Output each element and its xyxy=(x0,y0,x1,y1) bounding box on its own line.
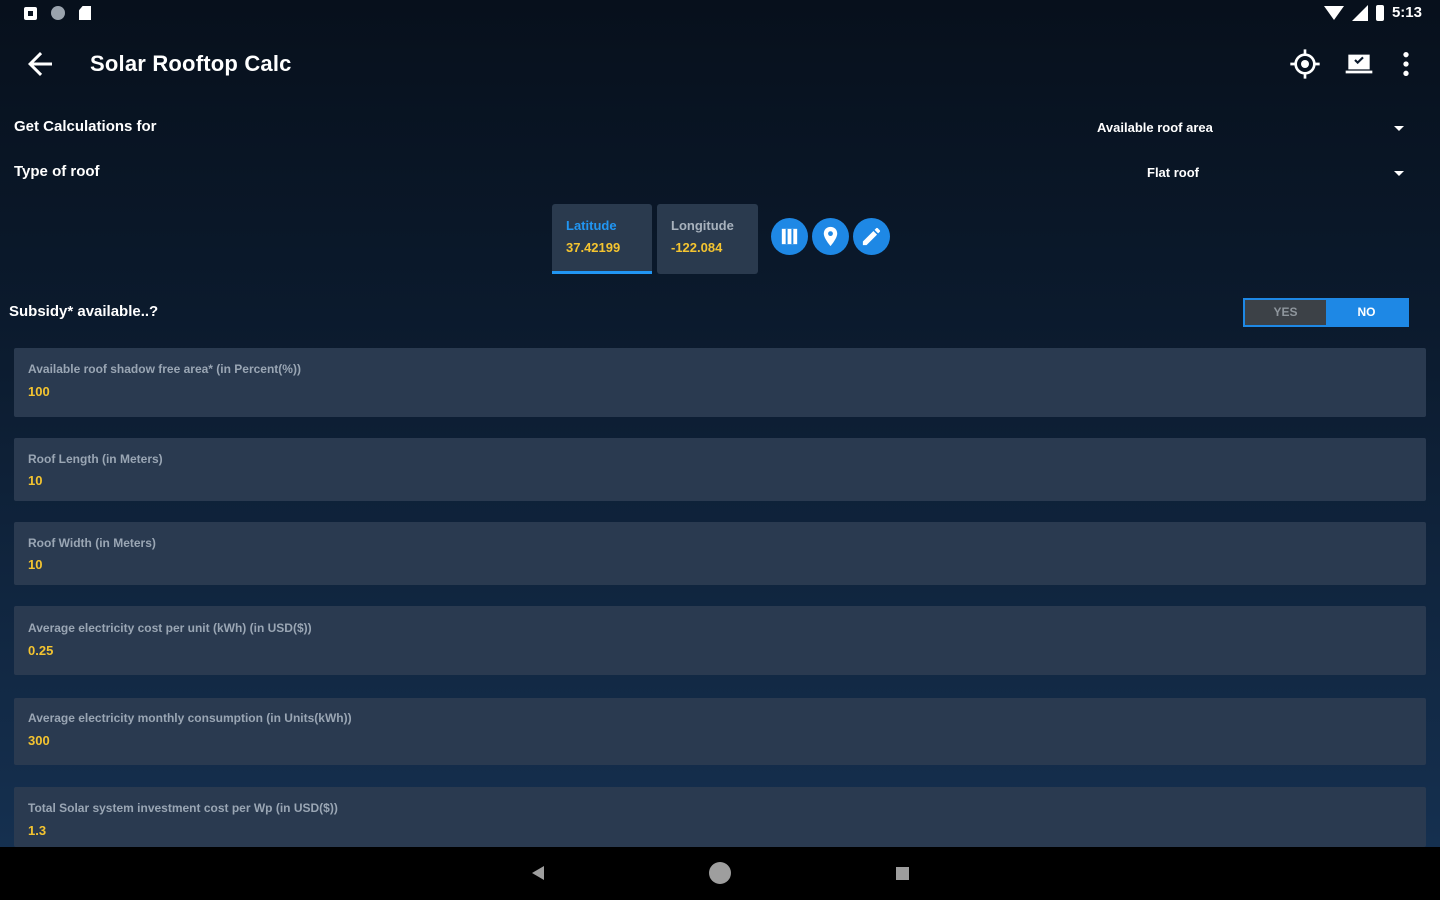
shadow-free-area-input[interactable]: 100 xyxy=(28,384,50,399)
location-pin-button[interactable] xyxy=(812,218,849,255)
battery-icon xyxy=(1375,4,1384,21)
calc-for-row: Get Calculations for Available roof area xyxy=(0,110,1440,146)
page-title: Solar Rooftop Calc xyxy=(90,51,292,76)
roof-type-row: Type of roof Flat roof xyxy=(0,155,1440,191)
cell-signal-icon xyxy=(1351,4,1368,21)
field-label: Available roof shadow free area* (in Per… xyxy=(28,362,301,376)
roof-width-input[interactable]: 10 xyxy=(28,557,42,572)
calc-for-dropdown[interactable]: Available roof area xyxy=(1090,110,1430,146)
nav-recents-icon[interactable] xyxy=(896,867,909,880)
longitude-field[interactable]: Longitude -122.084 xyxy=(657,204,758,274)
subsidy-toggle[interactable]: YES NO xyxy=(1243,298,1409,327)
pencil-icon xyxy=(862,227,881,246)
roof-type-label: Type of roof xyxy=(14,163,100,180)
nav-home-icon[interactable] xyxy=(709,862,731,884)
more-vert-icon[interactable] xyxy=(1390,48,1422,80)
edit-location-button[interactable] xyxy=(853,218,890,255)
laptop-icon[interactable] xyxy=(1343,48,1375,80)
latitude-label: Latitude xyxy=(566,218,617,233)
roof-length-field[interactable]: Roof Length (in Meters) 10 xyxy=(14,438,1426,501)
longitude-input[interactable]: -122.084 xyxy=(671,240,722,255)
longitude-label: Longitude xyxy=(671,218,734,233)
app-bar: Solar Rooftop Calc xyxy=(0,36,1440,92)
status-notifications xyxy=(24,6,91,20)
chevron-down-icon xyxy=(1394,171,1404,176)
chevron-down-icon xyxy=(1394,126,1404,131)
subsidy-no-option[interactable]: NO xyxy=(1326,300,1407,325)
investment-cost-field[interactable]: Total Solar system investment cost per W… xyxy=(14,787,1426,847)
subsidy-label: Subsidy* available..? xyxy=(9,303,159,320)
notification-circle-icon xyxy=(51,6,65,20)
shadow-free-area-field[interactable]: Available roof shadow free area* (in Per… xyxy=(14,348,1426,417)
status-system: 5:13 xyxy=(1323,4,1422,21)
system-nav-bar xyxy=(0,847,1440,900)
latitude-field[interactable]: Latitude 37.42199 xyxy=(552,204,652,274)
electricity-cost-field[interactable]: Average electricity cost per unit (kWh) … xyxy=(14,606,1426,675)
wifi-icon xyxy=(1323,5,1344,20)
monthly-consumption-input[interactable]: 300 xyxy=(28,733,50,748)
gps-locate-icon[interactable] xyxy=(1289,48,1321,80)
field-label: Average electricity monthly consumption … xyxy=(28,711,352,725)
notification-app-icon xyxy=(24,6,37,20)
calc-for-label: Get Calculations for xyxy=(14,118,157,135)
map-icon xyxy=(781,228,798,245)
back-arrow-icon[interactable] xyxy=(22,46,58,82)
status-bar: 5:13 xyxy=(0,0,1440,28)
latitude-focus-underline xyxy=(552,271,652,274)
map-button[interactable] xyxy=(771,218,808,255)
monthly-consumption-field[interactable]: Average electricity monthly consumption … xyxy=(14,698,1426,765)
field-label: Average electricity cost per unit (kWh) … xyxy=(28,621,312,635)
electricity-cost-input[interactable]: 0.25 xyxy=(28,643,53,658)
subsidy-yes-option[interactable]: YES xyxy=(1245,300,1326,325)
sd-card-icon xyxy=(79,6,91,20)
field-label: Total Solar system investment cost per W… xyxy=(28,801,338,815)
field-label: Roof Length (in Meters) xyxy=(28,452,163,466)
roof-width-field[interactable]: Roof Width (in Meters) 10 xyxy=(14,522,1426,585)
latitude-input[interactable]: 37.42199 xyxy=(566,240,620,255)
field-label: Roof Width (in Meters) xyxy=(28,536,156,550)
nav-back-icon[interactable] xyxy=(532,866,544,880)
status-time: 5:13 xyxy=(1391,4,1422,21)
roof-length-input[interactable]: 10 xyxy=(28,473,42,488)
roof-type-dropdown[interactable]: Flat roof xyxy=(1090,155,1430,191)
investment-cost-input[interactable]: 1.3 xyxy=(28,823,46,838)
roof-type-value: Flat roof xyxy=(1147,165,1199,180)
location-pin-icon xyxy=(823,226,838,247)
calc-for-value: Available roof area xyxy=(1097,120,1213,135)
